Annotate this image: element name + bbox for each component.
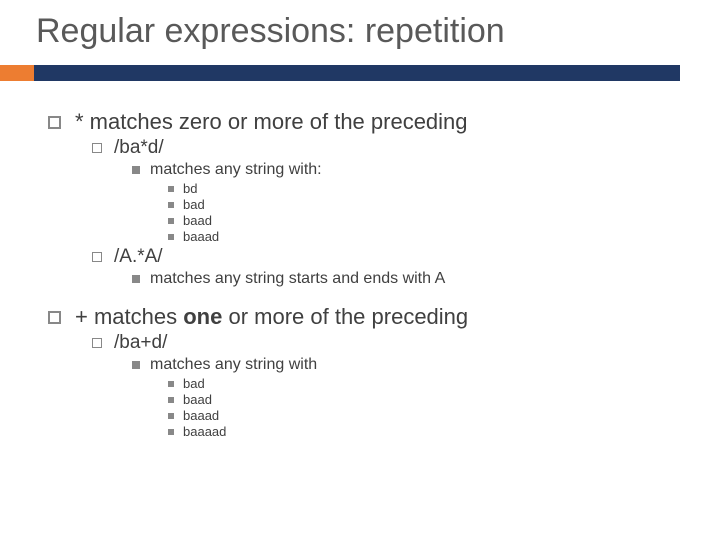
square-bullet-icon (168, 381, 174, 387)
list-item: baad (168, 213, 680, 228)
text: bad (183, 376, 205, 391)
desc-row: matches any string with (132, 356, 680, 374)
text: /A.*A/ (114, 246, 163, 268)
content-body: * matches zero or more of the preceding … (0, 81, 720, 439)
text: * matches zero or more of the preceding (75, 109, 468, 135)
list-item: bd (168, 181, 680, 196)
list-item: baaad (168, 229, 680, 244)
square-bullet-icon (132, 361, 140, 369)
text: bad (183, 197, 205, 212)
text: baaad (183, 229, 219, 244)
list-item: baaad (168, 408, 680, 423)
t-pre: + matches (75, 304, 183, 329)
pattern-row: /ba+d/ (92, 332, 680, 354)
square-bullet-icon (132, 166, 140, 174)
square-bullet-icon (168, 202, 174, 208)
list-item: baad (168, 392, 680, 407)
text: matches any string starts and ends with … (150, 270, 445, 288)
square-bullet-icon (92, 143, 102, 153)
desc-row: matches any string with: (132, 161, 680, 179)
t-bold: one (183, 304, 222, 329)
square-bullet-icon (168, 397, 174, 403)
square-bullet-icon (168, 186, 174, 192)
square-bullet-icon (168, 413, 174, 419)
text: matches any string with (150, 356, 317, 374)
list-item: baaaad (168, 424, 680, 439)
text: baaad (183, 408, 219, 423)
text: baaaad (183, 424, 226, 439)
pattern-row: /ba*d/ (92, 137, 680, 159)
accent-bar (0, 65, 720, 81)
square-bullet-icon (48, 311, 61, 324)
text: baad (183, 392, 212, 407)
accent-orange (0, 65, 34, 81)
square-bullet-icon (92, 252, 102, 262)
square-bullet-icon (48, 116, 61, 129)
text: /ba+d/ (114, 332, 167, 354)
text: bd (183, 181, 197, 196)
slide: Regular expressions: repetition * matche… (0, 0, 720, 540)
text: /ba*d/ (114, 137, 164, 159)
desc-row: matches any string starts and ends with … (132, 270, 680, 288)
section-heading: + matches one or more of the preceding (48, 304, 680, 330)
square-bullet-icon (132, 275, 140, 283)
square-bullet-icon (168, 218, 174, 224)
pattern-row: /A.*A/ (92, 246, 680, 268)
accent-navy (0, 65, 680, 81)
section-heading: * matches zero or more of the preceding (48, 109, 680, 135)
text: + matches one or more of the preceding (75, 304, 468, 330)
square-bullet-icon (168, 429, 174, 435)
square-bullet-icon (168, 234, 174, 240)
list-item: bad (168, 197, 680, 212)
slide-title: Regular expressions: repetition (0, 0, 720, 65)
text: matches any string with: (150, 161, 322, 179)
t-post: or more of the preceding (222, 304, 468, 329)
text: baad (183, 213, 212, 228)
list-item: bad (168, 376, 680, 391)
square-bullet-icon (92, 338, 102, 348)
